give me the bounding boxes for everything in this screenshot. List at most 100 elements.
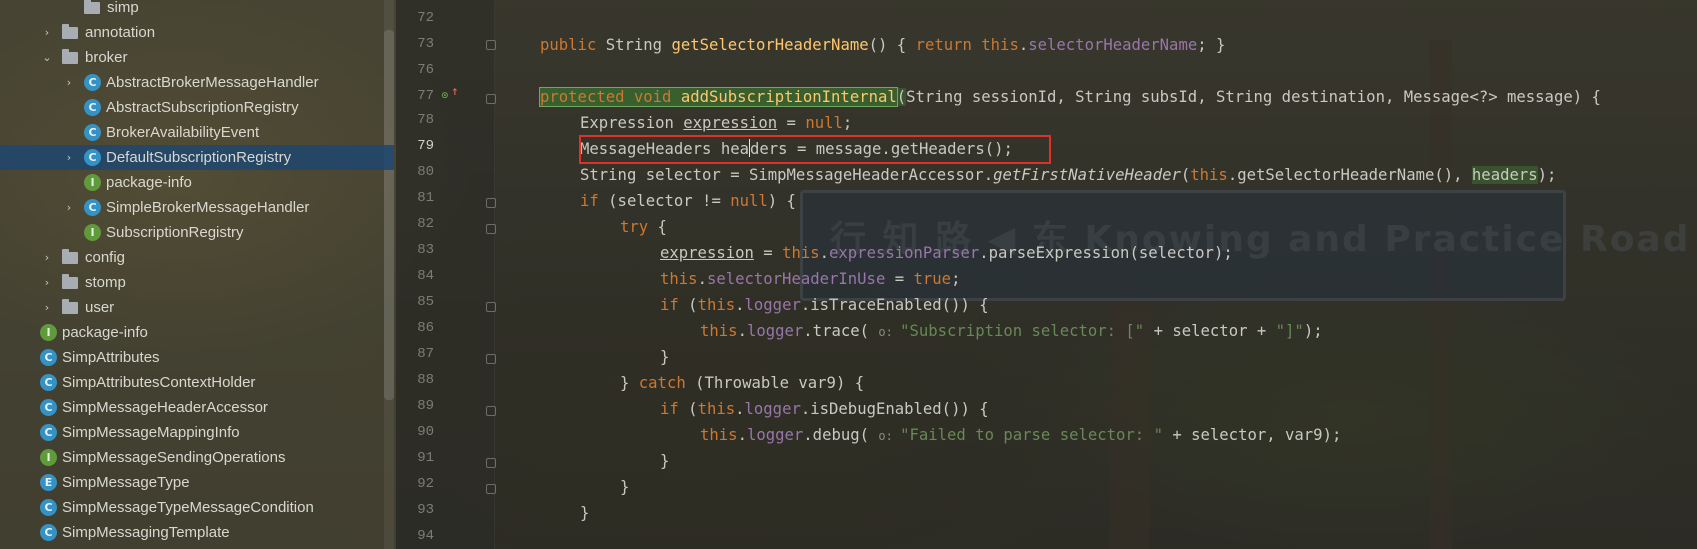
fold-marker-icon[interactable]: [486, 484, 496, 494]
tree-folder-row[interactable]: › config: [0, 245, 394, 270]
code-token: () {: [868, 36, 916, 54]
chevron-right-icon[interactable]: ›: [62, 76, 76, 89]
fold-marker-icon[interactable]: [486, 354, 496, 364]
tree-item-label: package-info: [62, 324, 148, 341]
tree-file-row[interactable]: C BrokerAvailabilityEvent: [0, 120, 394, 145]
tree-item-label: SimpAttributes: [62, 349, 160, 366]
code-editor[interactable]: [396, 0, 1697, 549]
line-number: 92: [417, 476, 434, 492]
fold-marker-icon[interactable]: [486, 406, 496, 416]
implementation-arrow-icon[interactable]: ↑: [451, 88, 459, 98]
fold-marker-icon[interactable]: [486, 94, 496, 104]
code-line-89[interactable]: if (this.logger.isDebugEnabled()) {: [660, 396, 989, 422]
tree-folder-row[interactable]: › stomp: [0, 270, 394, 295]
tree-file-row[interactable]: › C SimpleBrokerMessageHandler: [0, 195, 394, 220]
tree-file-row[interactable]: C AbstractSubscriptionRegistry: [0, 95, 394, 120]
code-line-81[interactable]: if (selector != null) {: [580, 188, 796, 214]
code-token: (: [678, 296, 698, 314]
tree-file-row[interactable]: C SimpAttributes: [0, 345, 394, 370]
class-icon: C: [40, 399, 57, 416]
code-token: if: [660, 400, 679, 418]
code-token: selectorHeaderInUse: [706, 270, 886, 288]
code-line-93[interactable]: }: [580, 500, 589, 526]
tree-file-row[interactable]: E SimpMessageType: [0, 470, 394, 495]
code-token: this: [782, 244, 820, 262]
fold-marker-icon[interactable]: [486, 198, 496, 208]
tree-file-row[interactable]: C SimpMessageTypeMessageCondition: [0, 495, 394, 520]
code-token: }: [660, 348, 670, 366]
tree-item-label: stomp: [85, 274, 126, 291]
line-number: 79: [417, 138, 434, 154]
folder-icon: [84, 0, 100, 14]
code-token: this: [1190, 166, 1228, 184]
tree-file-row[interactable]: C SimpMessageHeaderAccessor: [0, 395, 394, 420]
override-marker-icon[interactable]: ⊙: [441, 91, 449, 101]
tree-folder-row[interactable]: ⌄ broker: [0, 45, 394, 70]
code-token: null: [805, 114, 843, 132]
chevron-right-icon[interactable]: ›: [40, 251, 54, 264]
code-token: try: [620, 218, 649, 236]
code-line-87[interactable]: }: [660, 344, 669, 370]
code-line-85[interactable]: if (this.logger.isTraceEnabled()) {: [660, 292, 989, 318]
class-icon: C: [40, 499, 57, 516]
line-number: 89: [417, 398, 434, 414]
tree-folder-row[interactable]: simp: [0, 0, 394, 20]
chevron-right-icon[interactable]: ›: [40, 276, 54, 289]
code-token: if: [660, 296, 679, 314]
tree-file-row[interactable]: I SimpMessageSendingOperations: [0, 445, 394, 470]
code-line-73[interactable]: public String getSelectorHeaderName() { …: [540, 32, 1225, 58]
code-token: .trace(: [803, 322, 879, 340]
code-line-78[interactable]: Expression expression = null;: [580, 110, 852, 136]
code-token: catch: [638, 374, 686, 392]
fold-marker-icon[interactable]: [486, 458, 496, 468]
folder-icon: [62, 273, 78, 289]
tree-file-row[interactable]: Ipackage-info: [0, 170, 394, 195]
tree-file-row[interactable]: › C DefaultSubscriptionRegistry: [0, 145, 394, 170]
tree-item-label: SimpMessageSendingOperations: [62, 449, 286, 466]
chevron-right-icon[interactable]: ›: [40, 301, 54, 314]
code-line-86[interactable]: this.logger.trace( o: "Subscription sele…: [700, 318, 1323, 344]
tree-item-label: SimpleBrokerMessageHandler: [106, 199, 310, 216]
tree-file-row[interactable]: › C AbstractBrokerMessageHandler: [0, 70, 394, 95]
tree-file-row[interactable]: I SubscriptionRegistry: [0, 220, 394, 245]
tree-file-row[interactable]: C SimpAttributesContextHolder: [0, 370, 394, 395]
line-number: 78: [417, 112, 434, 128]
code-token: expression: [683, 114, 778, 132]
code-token: (: [678, 400, 698, 418]
tree-item-label: AbstractBrokerMessageHandler: [106, 74, 319, 91]
fold-marker-icon[interactable]: [486, 224, 496, 234]
class-icon: C: [40, 374, 57, 391]
chevron-right-icon[interactable]: ›: [62, 201, 76, 214]
code-token: headers: [1471, 166, 1538, 184]
chevron-down-icon[interactable]: ⌄: [40, 51, 54, 64]
parameter-hint: o:: [878, 325, 901, 339]
code-line-88[interactable]: } catch (Throwable var9) {: [620, 370, 864, 396]
code-line-82[interactable]: try {: [620, 214, 667, 240]
tree-file-row[interactable]: Ipackage-info: [0, 320, 394, 345]
tree-file-row[interactable]: C SimpMessagingTemplate: [0, 520, 394, 545]
class-icon: C: [40, 424, 57, 441]
code-line-84[interactable]: this.selectorHeaderInUse = true;: [660, 266, 960, 292]
code-line-83[interactable]: expression = this.expressionParser.parse…: [660, 240, 1233, 266]
fold-marker-icon[interactable]: [486, 302, 496, 312]
interface-icon: I: [40, 449, 57, 466]
tree-folder-row[interactable]: › annotation: [0, 20, 394, 45]
chevron-right-icon[interactable]: ›: [40, 26, 54, 39]
code-line-80[interactable]: String selector = SimpMessageHeaderAcces…: [580, 162, 1556, 188]
fold-marker-icon[interactable]: [486, 40, 496, 50]
folder-icon: [62, 248, 78, 264]
code-token: .: [697, 270, 707, 288]
code-token: (: [1180, 166, 1191, 184]
code-line-91[interactable]: }: [660, 448, 669, 474]
enum-icon: E: [40, 474, 57, 491]
chevron-right-icon[interactable]: ›: [62, 151, 76, 164]
tree-file-row[interactable]: C SimpMessageMappingInfo: [0, 420, 394, 445]
code-line-90[interactable]: this.logger.debug( o: "Failed to parse s…: [700, 422, 1341, 448]
tree-folder-row[interactable]: › user: [0, 295, 394, 320]
code-token: =: [753, 244, 783, 262]
folder-icon: [62, 48, 78, 64]
code-line-77[interactable]: protected void addSubscriptionInternal(S…: [539, 84, 1601, 110]
code-line-92[interactable]: }: [620, 474, 629, 500]
code-token: .isDebugEnabled()) {: [800, 400, 989, 418]
code-token: }: [660, 452, 670, 470]
